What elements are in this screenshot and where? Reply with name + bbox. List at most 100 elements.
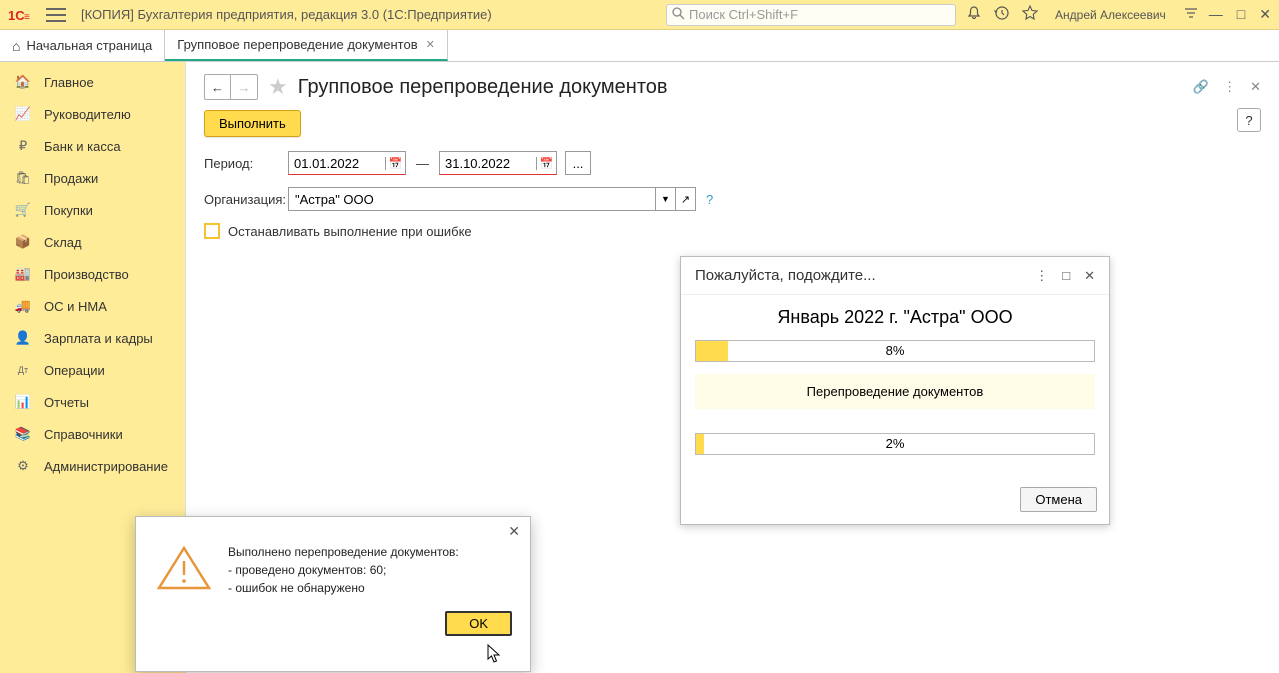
execute-button[interactable]: Выполнить <box>204 110 301 137</box>
calendar-icon[interactable]: 📅 <box>385 157 405 170</box>
search-placeholder: Поиск Ctrl+Shift+F <box>689 7 798 22</box>
date-separator: — <box>416 156 429 171</box>
gear-icon: ⚙ <box>14 458 32 474</box>
page-title: Групповое перепроведение документов <box>298 76 668 99</box>
progress-maximize-icon[interactable]: □ <box>1062 268 1070 284</box>
org-label: Организация: <box>204 192 288 207</box>
sidebar-item-label: Отчеты <box>44 395 89 410</box>
home-icon: ⌂ <box>12 38 20 54</box>
settings-icon[interactable] <box>1183 5 1199 24</box>
main-menu-icon[interactable] <box>46 8 66 22</box>
sidebar-item-main[interactable]: 🏠Главное <box>0 66 185 98</box>
tab-home-label: Начальная страница <box>26 38 152 53</box>
cart-icon: 🛒 <box>14 202 32 218</box>
sidebar-item-label: Главное <box>44 75 94 90</box>
factory-icon: 🏭 <box>14 266 32 282</box>
search-input[interactable]: Поиск Ctrl+Shift+F <box>666 4 956 26</box>
sidebar-item-production[interactable]: 🏭 Производство <box>0 258 185 290</box>
message-line-3: - ошибок не обнаружено <box>228 579 459 597</box>
debit-credit-icon: Дт <box>14 362 32 378</box>
svg-text:1С: 1С <box>8 8 25 23</box>
tab-repost-documents[interactable]: Групповое перепроведение документов ✕ <box>165 30 448 61</box>
tab-close-icon[interactable]: ✕ <box>426 38 435 51</box>
tab-home[interactable]: ⌂ Начальная страница <box>0 30 165 61</box>
sidebar-item-admin[interactable]: ⚙ Администрирование <box>0 450 185 482</box>
progress-dialog: Пожалуйста, подождите... ⋮ □ ✕ Январь 20… <box>680 256 1110 525</box>
sidebar-item-sales[interactable]: 🛍 Продажи <box>0 162 185 194</box>
nav-buttons: ← → <box>204 74 258 100</box>
progress-close-icon[interactable]: ✕ <box>1084 268 1095 284</box>
help-link[interactable]: ? <box>706 192 713 207</box>
warning-icon <box>154 543 214 593</box>
cancel-button[interactable]: Отмена <box>1020 487 1097 512</box>
sidebar-item-label: Производство <box>44 267 129 282</box>
more-icon[interactable]: ⋮ <box>1223 79 1236 95</box>
close-page-icon[interactable]: ✕ <box>1250 79 1261 95</box>
sidebar-item-reports[interactable]: 📊 Отчеты <box>0 386 185 418</box>
progress-percent-2: 2% <box>696 436 1094 451</box>
message-close-icon[interactable]: ✕ <box>508 523 520 540</box>
sidebar-item-manager[interactable]: 📈Руководителю <box>0 98 185 130</box>
tabbar: ⌂ Начальная страница Групповое перепрове… <box>0 30 1279 62</box>
sidebar-item-assets[interactable]: 🚚 ОС и НМА <box>0 290 185 322</box>
sidebar-item-warehouse[interactable]: 📦Склад <box>0 226 185 258</box>
svg-text:≡: ≡ <box>24 12 30 23</box>
date-from-field[interactable]: 📅 <box>288 151 406 175</box>
sidebar-item-catalogs[interactable]: 📚 Справочники <box>0 418 185 450</box>
sidebar-item-label: Справочники <box>44 427 123 442</box>
period-picker-button[interactable]: ... <box>565 151 591 175</box>
progress-title: Пожалуйста, подождите... <box>695 267 876 284</box>
date-to-field[interactable]: 📅 <box>439 151 557 175</box>
bars-icon: 📊 <box>14 394 32 410</box>
sidebar-item-bank[interactable]: ₽ Банк и касса <box>0 130 185 162</box>
ruble-icon: ₽ <box>14 138 32 154</box>
user-name[interactable]: Андрей Алексеевич <box>1055 8 1166 22</box>
sidebar-item-label: Склад <box>44 235 82 250</box>
ok-button[interactable]: OK <box>445 611 512 636</box>
forward-button[interactable]: → <box>231 75 257 99</box>
books-icon: 📚 <box>14 426 32 442</box>
star-icon[interactable] <box>1022 5 1038 24</box>
sidebar-item-label: Покупки <box>44 203 93 218</box>
sidebar-item-operations[interactable]: Дт Операции <box>0 354 185 386</box>
sidebar-item-label: ОС и НМА <box>44 299 107 314</box>
maximize-button[interactable]: □ <box>1237 6 1245 23</box>
history-icon[interactable] <box>994 5 1010 24</box>
bell-icon[interactable] <box>966 5 982 24</box>
calendar-icon[interactable]: 📅 <box>536 157 556 170</box>
sidebar-item-hr[interactable]: 👤Зарплата и кадры <box>0 322 185 354</box>
sidebar-item-label: Администрирование <box>44 459 168 474</box>
close-button[interactable]: ✕ <box>1259 6 1271 23</box>
progress-more-icon[interactable]: ⋮ <box>1035 268 1048 284</box>
org-open-icon[interactable]: ↗ <box>676 187 696 211</box>
help-button[interactable]: ? <box>1237 108 1261 132</box>
minimize-button[interactable]: — <box>1209 6 1223 23</box>
person-icon: 👤 <box>14 330 32 346</box>
sidebar-item-label: Банк и касса <box>44 139 121 154</box>
date-from-input[interactable] <box>289 156 385 171</box>
search-icon <box>672 7 685 23</box>
progress-status: Перепроведение документов <box>695 374 1095 409</box>
sidebar-item-purchases[interactable]: 🛒 Покупки <box>0 194 185 226</box>
app-logo: 1С≡ <box>8 5 36 25</box>
tab-current-label: Групповое перепроведение документов <box>177 37 417 52</box>
progress-percent-1: 8% <box>696 343 1094 358</box>
progress-bar-step: 2% <box>695 433 1095 455</box>
stop-on-error-checkbox[interactable] <box>204 223 220 239</box>
date-to-input[interactable] <box>440 156 536 171</box>
message-text: Выполнено перепроведение документов: - п… <box>228 543 459 597</box>
truck-icon: 🚚 <box>14 298 32 314</box>
sidebar-item-label: Операции <box>44 363 105 378</box>
back-button[interactable]: ← <box>205 75 231 99</box>
message-line-2: - проведено документов: 60; <box>228 561 459 579</box>
sidebar-item-label: Продажи <box>44 171 98 186</box>
bag-icon: 🛍 <box>14 170 32 186</box>
org-dropdown-icon[interactable]: ▼ <box>656 187 676 211</box>
link-icon[interactable]: 🔗 <box>1193 79 1209 95</box>
org-input[interactable] <box>288 187 656 211</box>
sidebar-item-label: Руководителю <box>44 107 131 122</box>
favorite-icon[interactable]: ★ <box>268 74 288 100</box>
message-line-1: Выполнено перепроведение документов: <box>228 543 459 561</box>
progress-bar-overall: 8% <box>695 340 1095 362</box>
period-label: Период: <box>204 156 288 171</box>
